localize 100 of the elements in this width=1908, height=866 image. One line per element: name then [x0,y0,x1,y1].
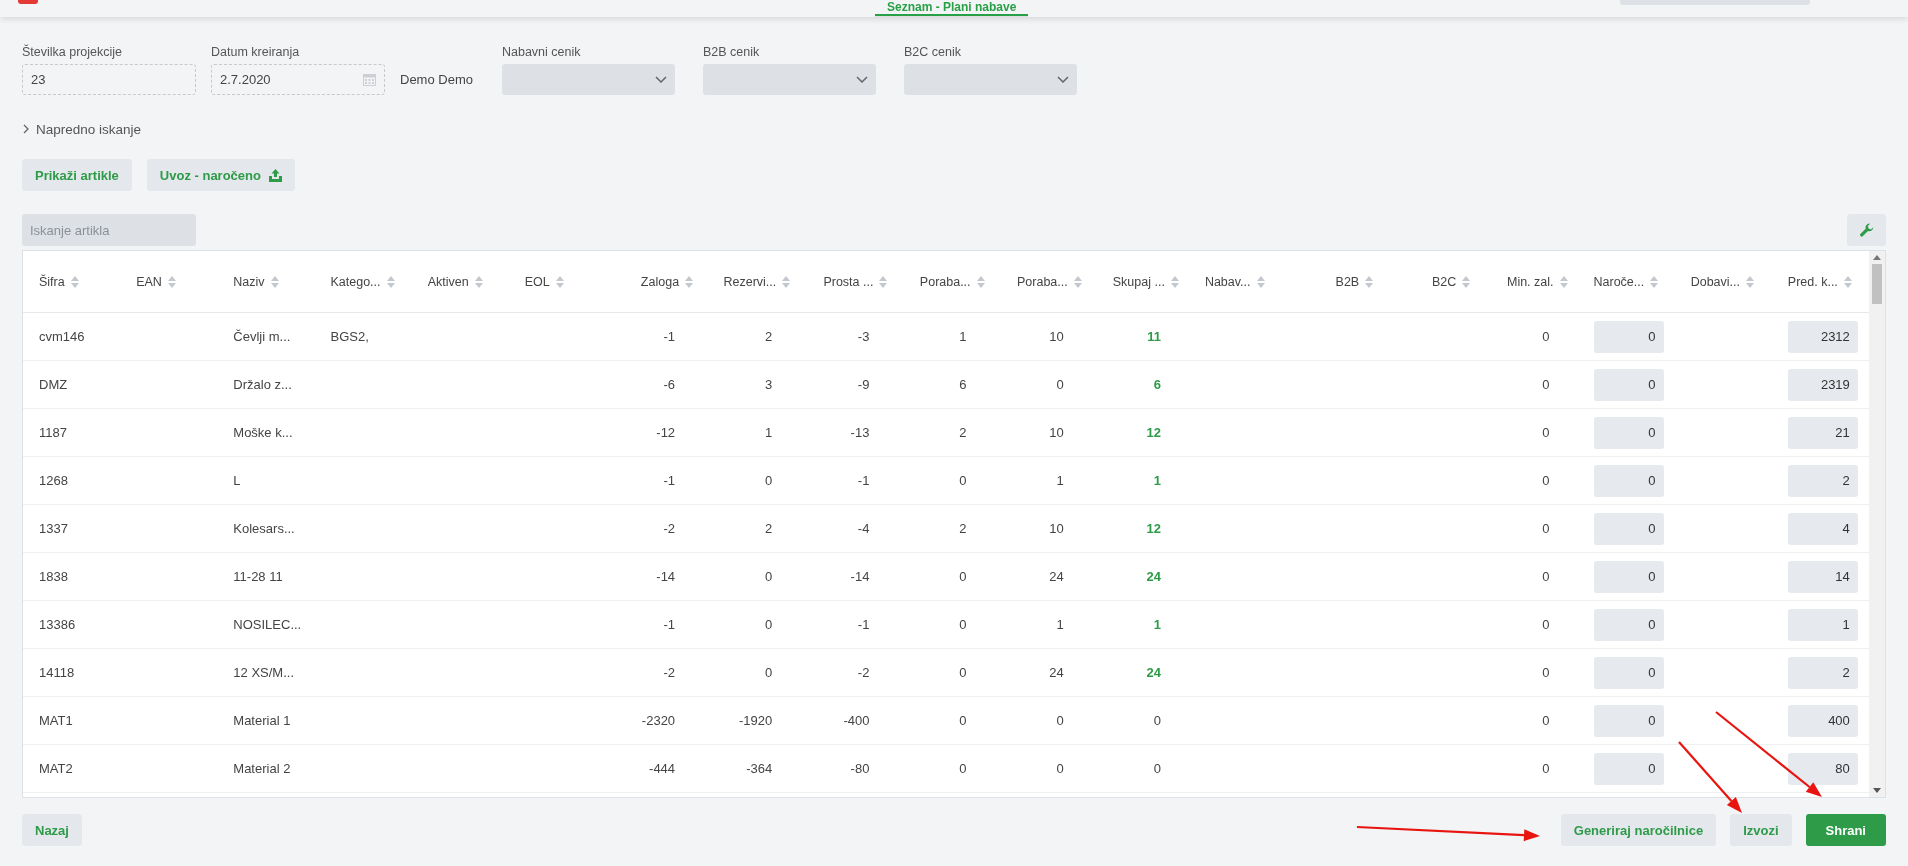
input-field[interactable]: 23 [22,64,196,95]
column-header[interactable]: Nabav... [1204,274,1251,289]
column-header[interactable]: Dobavi... [1690,274,1740,289]
select-field[interactable] [501,64,675,95]
select-field[interactable] [702,64,876,95]
sort-icon[interactable] [1365,275,1374,288]
quantity-field[interactable]: 21 [1787,416,1858,449]
quantity-field[interactable]: 400 [1787,704,1858,737]
table-cell: cvm146 [39,329,85,344]
sort-icon[interactable] [1073,275,1082,288]
quantity-field[interactable]: 1 [1787,608,1858,641]
table-cell: -14 [656,569,676,584]
sort-icon[interactable] [474,275,483,288]
table-cell: 1 [765,425,773,440]
table-cell: 0 [1542,665,1550,680]
table-cell: 0 [1056,377,1064,392]
column-header[interactable]: Zaloga [640,274,680,289]
table-cell: 0 [1056,713,1064,728]
scroll-down-icon[interactable] [1873,788,1881,793]
column-header[interactable]: Rezervi... [723,274,777,289]
chevron-down-icon [855,76,868,83]
column-header[interactable]: Poraba... [1017,274,1068,289]
field-label: Številka projekcije [22,45,124,59]
sort-icon[interactable] [1746,275,1754,288]
table-cell: 0 [959,761,967,776]
sort-icon[interactable] [1256,275,1265,288]
sort-icon[interactable] [976,275,985,288]
table-cell: 1268 [39,473,68,488]
table-cell: -14 [850,569,870,584]
table-cell: -2320 [641,713,676,728]
table-cell: 0 [765,617,773,632]
advanced-search-toggle[interactable]: Napredno iskanje [22,119,1886,139]
sort-icon[interactable] [1170,275,1179,288]
table-cell: -1 [857,473,870,488]
table-cell: -364 [746,761,773,776]
sort-icon[interactable] [1462,275,1471,288]
select-field[interactable] [903,64,1077,95]
scrollbar[interactable] [1869,251,1885,797]
column-header[interactable]: Katego... [330,274,381,289]
sort-icon[interactable] [167,275,176,288]
column-header[interactable]: Skupaj ... [1112,274,1165,289]
column-header[interactable]: B2C [1432,274,1457,289]
chevron-down-icon [654,76,667,83]
quantity-field[interactable]: 0 [1593,320,1664,353]
table-cell: 0 [959,569,967,584]
quantity-field[interactable]: 0 [1593,560,1664,593]
table-cell: -9 [857,377,870,392]
sort-icon[interactable] [1843,275,1852,288]
sort-icon[interactable] [386,275,395,288]
quantity-field[interactable]: 4 [1787,512,1858,545]
quantity-field[interactable]: 14 [1787,560,1858,593]
sort-icon[interactable] [270,275,279,288]
date-field[interactable]: 2.7.2020 [211,64,385,95]
table-cell: 0 [1542,521,1550,536]
table-cell: 1187 [39,425,67,440]
sort-icon[interactable] [782,275,791,288]
quantity-field[interactable]: 0 [1593,752,1664,785]
quantity-field[interactable]: 0 [1593,656,1664,689]
quantity-field[interactable]: 0 [1593,416,1664,449]
column-header[interactable]: Poraba... [919,274,971,289]
column-header[interactable]: Naziv [233,274,265,289]
table-cell: NOSILEC... [233,617,302,632]
quantity-field[interactable]: 0 [1593,512,1664,545]
quantity-field[interactable]: 0 [1593,608,1664,641]
footer-button[interactable]: Shrani [1805,814,1886,846]
quantity-field[interactable]: 2312 [1787,320,1858,353]
table-cell: 3 [765,377,773,392]
sort-icon[interactable] [1650,275,1659,288]
sort-icon[interactable] [555,275,564,288]
column-header[interactable]: Naroče... [1593,274,1645,289]
quantity-field[interactable]: 80 [1787,752,1858,785]
sort-icon[interactable] [879,275,888,288]
column-header[interactable]: Aktiven [427,274,469,289]
sort-icon[interactable] [1559,275,1568,288]
table-cell: 24 [1049,665,1064,680]
column-header[interactable]: EAN [136,274,162,289]
quantity-field[interactable]: 0 [1593,464,1664,497]
quantity-field[interactable]: 2319 [1787,368,1858,401]
column-header[interactable]: Min. zal. [1506,274,1554,289]
table-cell: Material 1 [233,713,291,728]
sort-icon[interactable] [70,275,79,288]
settings-button[interactable] [1847,214,1886,246]
table-cell: 0 [765,473,773,488]
scroll-up-icon[interactable] [1873,255,1881,260]
column-header[interactable]: Šifra [39,274,65,289]
scroll-thumb[interactable] [1872,264,1882,304]
table-cell: 12 [1146,521,1161,536]
table-cell: 0 [959,617,967,632]
quantity-field[interactable]: 0 [1593,368,1664,401]
column-header[interactable]: B2B [1335,274,1360,289]
quantity-field[interactable]: 2 [1787,464,1858,497]
sort-icon[interactable] [685,275,694,288]
quantity-field[interactable]: 0 [1593,704,1664,737]
column-header[interactable]: Prosta ... [823,274,874,289]
column-header[interactable]: EOL [524,274,550,289]
column-header[interactable]: Pred. k... [1787,274,1838,289]
logo-icon [18,0,38,4]
table-cell: 0 [1542,377,1550,392]
quantity-field[interactable]: 2 [1787,656,1858,689]
search-field[interactable]: Iskanje artikla [22,214,196,246]
